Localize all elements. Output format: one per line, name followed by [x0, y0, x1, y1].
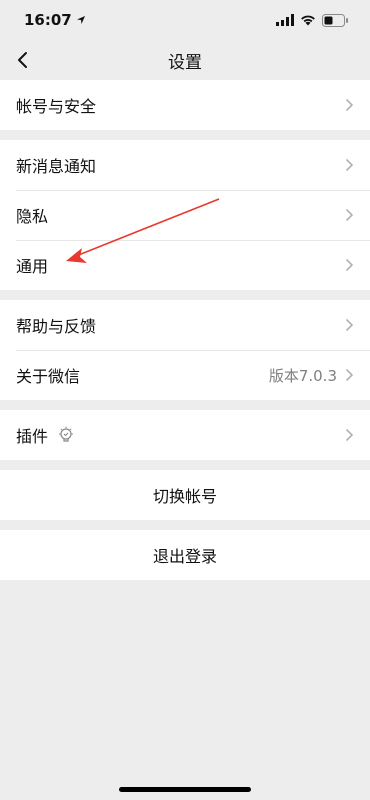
page-title: 设置 [168, 52, 202, 73]
version-text: 版本7.0.3 [268, 366, 337, 385]
row-label: 帮助与反馈 [16, 317, 97, 336]
status-right [276, 13, 348, 27]
group-general: 新消息通知 隐私 通用 [0, 140, 370, 290]
status-time: 16:07 [24, 11, 72, 29]
row-general[interactable]: 通用 [0, 240, 370, 290]
group-logout: 退出登录 [0, 530, 370, 580]
chevron-right-icon [345, 258, 354, 272]
row-notifications[interactable]: 新消息通知 [0, 140, 370, 190]
row-help-feedback[interactable]: 帮助与反馈 [0, 300, 370, 350]
group-about: 帮助与反馈 关于微信 版本7.0.3 [0, 300, 370, 400]
logout-button[interactable]: 退出登录 [0, 530, 370, 580]
signal-icon [276, 14, 294, 26]
row-label: 关于微信 [16, 367, 81, 386]
row-right [345, 258, 354, 272]
row-right [345, 428, 354, 442]
row-label: 隐私 [16, 207, 49, 226]
nav-bar: 设置 [0, 40, 370, 80]
button-label: 退出登录 [152, 547, 217, 566]
status-bar: 16:07 [0, 0, 370, 40]
wifi-icon [301, 15, 315, 26]
button-label: 切换帐号 [152, 487, 217, 506]
row-right [345, 158, 354, 172]
row-right [345, 208, 354, 222]
row-right [345, 98, 354, 112]
home-indicator [119, 787, 251, 792]
row-label: 插件 [16, 427, 49, 446]
row-right [345, 318, 354, 332]
chevron-right-icon [345, 428, 354, 442]
row-label-wrap: 插件 [16, 423, 74, 447]
lightbulb-icon [59, 426, 74, 442]
switch-account-button[interactable]: 切换帐号 [0, 470, 370, 520]
battery-icon [322, 13, 348, 27]
chevron-right-icon [345, 368, 354, 382]
location-arrow-icon [76, 16, 85, 24]
row-plugins[interactable]: 插件 [0, 410, 370, 460]
row-account-security[interactable]: 帐号与安全 [0, 80, 370, 130]
row-label: 通用 [16, 257, 49, 276]
row-label: 帐号与安全 [16, 97, 97, 116]
row-about-wechat[interactable]: 关于微信 版本7.0.3 [0, 350, 370, 400]
group-plugins: 插件 [0, 410, 370, 460]
chevron-right-icon [345, 158, 354, 172]
row-label: 新消息通知 [16, 157, 97, 176]
row-right: 版本7.0.3 [269, 365, 354, 386]
status-left: 16:07 [24, 11, 86, 29]
group-account: 帐号与安全 [0, 80, 370, 130]
chevron-right-icon [345, 318, 354, 332]
group-switch-account: 切换帐号 [0, 470, 370, 520]
chevron-right-icon [345, 208, 354, 222]
chevron-right-icon [345, 98, 354, 112]
row-privacy[interactable]: 隐私 [0, 190, 370, 240]
back-icon[interactable] [12, 48, 36, 72]
